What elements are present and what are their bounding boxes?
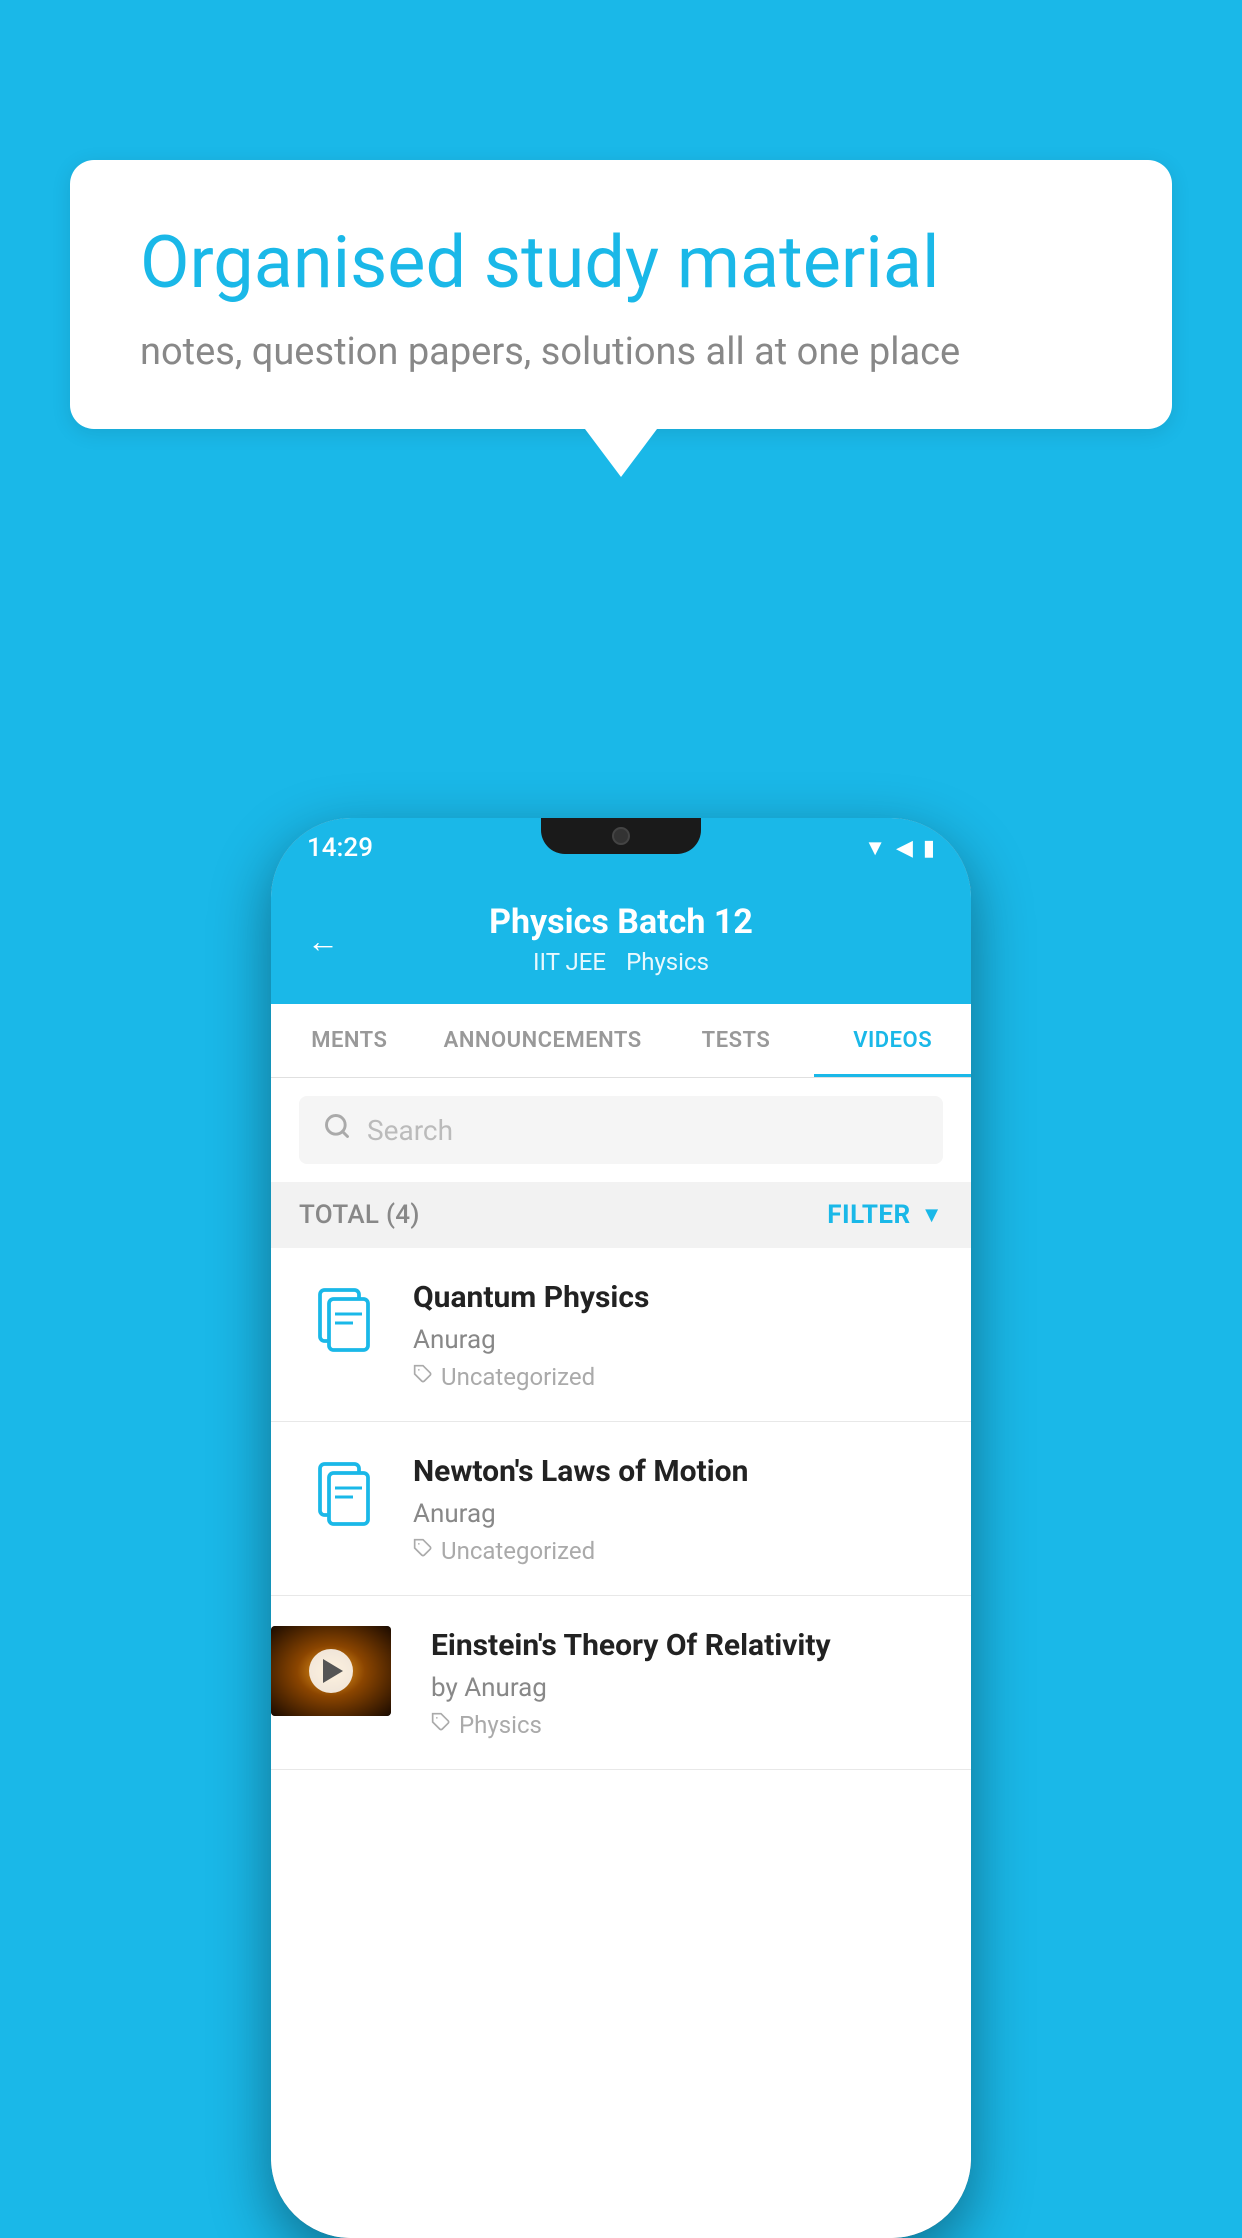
speech-bubble-card: Organised study material notes, question… bbox=[70, 160, 1172, 429]
tag-icon bbox=[413, 1538, 433, 1564]
list-item[interactable]: Quantum Physics Anurag Uncategorized bbox=[271, 1248, 971, 1422]
bubble-title: Organised study material bbox=[140, 220, 1102, 306]
signal-icon: ◀ bbox=[896, 836, 913, 861]
filter-button[interactable]: FILTER ▼ bbox=[827, 1200, 943, 1230]
video-title: Newton's Laws of Motion bbox=[413, 1452, 943, 1491]
header-title: Physics Batch 12 bbox=[489, 902, 753, 942]
phone-screen: 14:29 ▼ ◀ ▮ ← Physics Batch 12 IIT JEE bbox=[271, 818, 971, 2238]
tab-tests[interactable]: TESTS bbox=[658, 1004, 815, 1077]
video-thumbnail bbox=[271, 1626, 391, 1716]
status-icons: ▼ ◀ ▮ bbox=[864, 835, 935, 861]
app-header: ← Physics Batch 12 IIT JEE Physics bbox=[271, 878, 971, 1004]
video-author: by Anurag bbox=[431, 1673, 943, 1703]
video-info: Newton's Laws of Motion Anurag Uncategor… bbox=[413, 1452, 943, 1565]
header-subject: Physics bbox=[626, 948, 709, 976]
file-icon bbox=[308, 1455, 380, 1539]
tag-label: Uncategorized bbox=[441, 1537, 595, 1565]
battery-icon: ▮ bbox=[923, 836, 935, 861]
status-time: 14:29 bbox=[307, 833, 373, 863]
tab-announcements[interactable]: ANNOUNCEMENTS bbox=[428, 1004, 658, 1077]
tag-label: Physics bbox=[459, 1711, 542, 1739]
filter-label: FILTER bbox=[827, 1200, 910, 1230]
notch bbox=[541, 818, 701, 854]
search-input-wrapper[interactable]: Search bbox=[299, 1096, 943, 1164]
total-count: TOTAL (4) bbox=[299, 1200, 420, 1230]
search-icon bbox=[323, 1112, 351, 1148]
video-info: Quantum Physics Anurag Uncategorized bbox=[413, 1278, 943, 1391]
tag-label: Uncategorized bbox=[441, 1363, 595, 1391]
video-title: Einstein's Theory Of Relativity bbox=[431, 1626, 943, 1665]
back-button[interactable]: ← bbox=[307, 922, 339, 960]
list-item[interactable]: Einstein's Theory Of Relativity by Anura… bbox=[271, 1596, 971, 1770]
video-tag: Uncategorized bbox=[413, 1537, 943, 1565]
phone-frame: 14:29 ▼ ◀ ▮ ← Physics Batch 12 IIT JEE bbox=[271, 818, 971, 2238]
video-author: Anurag bbox=[413, 1325, 943, 1355]
file-icon bbox=[308, 1281, 380, 1365]
video-title: Quantum Physics bbox=[413, 1278, 943, 1317]
phone-outer: 14:29 ▼ ◀ ▮ ← Physics Batch 12 IIT JEE bbox=[271, 818, 971, 2238]
play-icon bbox=[323, 1659, 343, 1683]
screen-content: ← Physics Batch 12 IIT JEE Physics MENTS… bbox=[271, 878, 971, 2238]
status-bar: 14:29 ▼ ◀ ▮ bbox=[271, 818, 971, 878]
header-category: IIT JEE bbox=[533, 948, 606, 976]
bubble-subtitle: notes, question papers, solutions all at… bbox=[140, 330, 1102, 374]
header-subtitle: IIT JEE Physics bbox=[533, 948, 709, 976]
video-list: Quantum Physics Anurag Uncategorized bbox=[271, 1248, 971, 2238]
video-tag: Uncategorized bbox=[413, 1363, 943, 1391]
speech-bubble-section: Organised study material notes, question… bbox=[70, 160, 1172, 477]
front-camera bbox=[612, 827, 630, 845]
tab-ments[interactable]: MENTS bbox=[271, 1004, 428, 1077]
list-item[interactable]: Newton's Laws of Motion Anurag Uncategor… bbox=[271, 1422, 971, 1596]
search-container: Search bbox=[271, 1078, 971, 1182]
tab-videos[interactable]: VIDEOS bbox=[814, 1004, 971, 1077]
video-tag: Physics bbox=[431, 1711, 943, 1739]
tabs-bar: MENTS ANNOUNCEMENTS TESTS VIDEOS bbox=[271, 1004, 971, 1078]
file-icon-wrapper bbox=[299, 1452, 389, 1542]
filter-icon: ▼ bbox=[921, 1202, 943, 1228]
video-info: Einstein's Theory Of Relativity by Anura… bbox=[415, 1626, 943, 1739]
speech-bubble-tail bbox=[585, 429, 657, 477]
tag-icon bbox=[431, 1712, 451, 1738]
video-author: Anurag bbox=[413, 1499, 943, 1529]
tag-icon bbox=[413, 1364, 433, 1390]
wifi-icon: ▼ bbox=[864, 835, 886, 861]
search-input[interactable]: Search bbox=[367, 1114, 453, 1147]
file-icon-wrapper bbox=[299, 1278, 389, 1368]
play-button[interactable] bbox=[309, 1649, 353, 1693]
filter-row: TOTAL (4) FILTER ▼ bbox=[271, 1182, 971, 1248]
